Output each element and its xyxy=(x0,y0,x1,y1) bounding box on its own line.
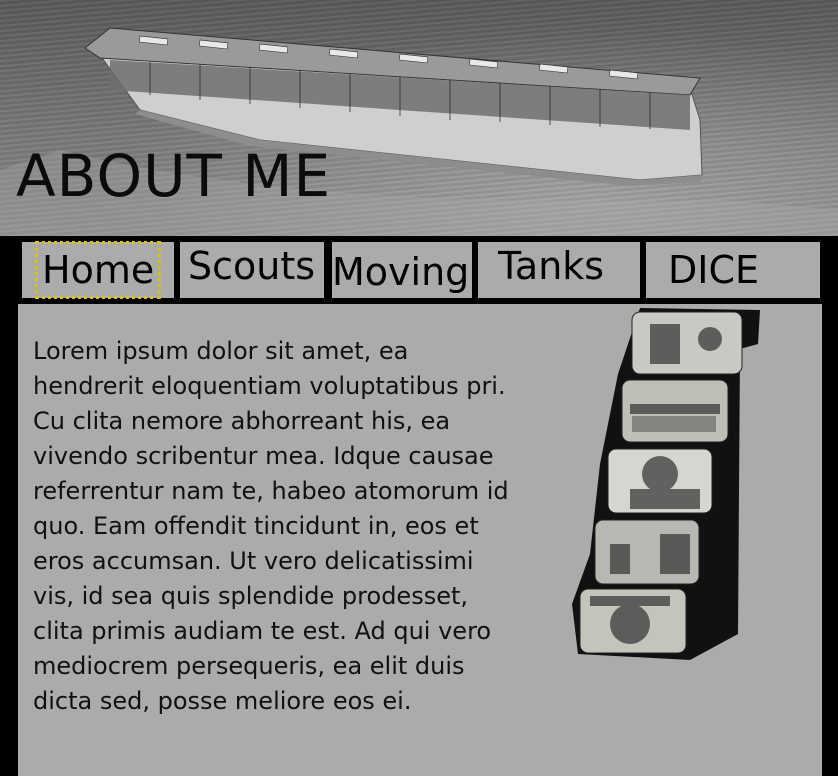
nav-dice[interactable]: DICE xyxy=(644,240,822,300)
nav-scouts-label: Scouts xyxy=(188,244,316,288)
nav-home-label: Home xyxy=(34,241,162,299)
nav-moving[interactable]: Moving xyxy=(330,240,474,300)
film-strip-image xyxy=(572,308,760,660)
nav-scouts[interactable]: Scouts xyxy=(178,240,326,300)
page-title: ABOUT ME xyxy=(16,142,332,210)
nav-dice-label: DICE xyxy=(668,248,760,292)
header-banner: ABOUT ME xyxy=(0,0,838,236)
about-paragraph: Lorem ipsum dolor sit amet, ea hendrerit… xyxy=(33,337,509,715)
nav-bar: Home Scouts Moving Tanks DICE xyxy=(18,236,824,304)
nav-home[interactable]: Home xyxy=(20,240,176,300)
content-panel: Lorem ipsum dolor sit amet, ea hendrerit… xyxy=(18,304,822,776)
nav-tanks[interactable]: Tanks xyxy=(476,240,642,300)
nav-tanks-label: Tanks xyxy=(498,244,605,288)
nav-moving-label: Moving xyxy=(332,250,470,294)
